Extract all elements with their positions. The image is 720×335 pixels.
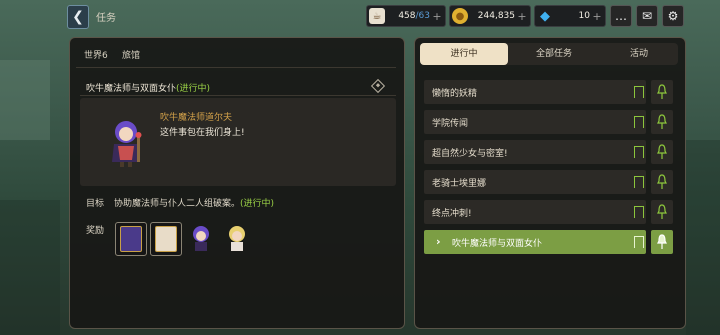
blonde-hair-character-icon (229, 226, 245, 251)
chat-button[interactable]: … (610, 5, 632, 27)
breadcrumb: 任务 (96, 13, 116, 24)
pin-icon (657, 144, 667, 159)
reward-card-1[interactable] (115, 222, 147, 256)
waypoint-icon[interactable] (370, 78, 386, 94)
quest-filter-tabs: 进行中 全部任务 活动 (420, 43, 678, 65)
track-button[interactable] (651, 110, 673, 134)
chevron-right-icon: › (436, 235, 441, 248)
bookmark-icon[interactable] (634, 206, 644, 218)
bookmark-icon[interactable] (634, 176, 644, 188)
top-bar: ❮ 任务 ☕ 458/63 + ● 244,835 + ◆ 10 + … ✉ ⚙ (0, 0, 720, 32)
settings-button[interactable]: ⚙ (662, 5, 684, 27)
quest-row[interactable]: 终点冲刺! (424, 200, 646, 224)
coffee-cup-icon: ☕ (369, 8, 385, 24)
quest-row[interactable]: 超自然少女与密室! (424, 140, 646, 164)
quest-row[interactable]: 老骑士埃里娜 (424, 170, 646, 194)
speech-text: 这件事包在我们身上! (160, 128, 245, 138)
background-block (0, 200, 60, 335)
quest-status: (进行中) (176, 84, 211, 94)
quest-row-selected[interactable]: › 吹牛魔法师与双面女仆 (424, 230, 646, 254)
bookmark-icon[interactable] (634, 86, 644, 98)
gold-value: 244,835 (477, 11, 515, 21)
objective-status: (进行中) (240, 199, 275, 209)
reward-card-2[interactable] (150, 222, 182, 256)
add-stamina-icon[interactable]: + (432, 10, 442, 23)
wizard-portrait (112, 121, 142, 167)
tab-all-quests[interactable]: 全部任务 (510, 43, 598, 65)
gold-counter[interactable]: ● 244,835 + (449, 5, 531, 27)
track-button[interactable] (651, 230, 673, 254)
quest-row[interactable]: 学院传闻 (424, 110, 646, 134)
quest-list-panel: 进行中 全部任务 活动 懒惰的妖精 学院传闻 超自然少女与密室! 老骑士埃里娜 … (414, 37, 686, 329)
purple-hair-character-icon (193, 226, 209, 251)
pin-icon (657, 114, 667, 129)
track-button[interactable] (651, 200, 673, 224)
speaker-name: 吹牛魔法师道尔夫 (160, 113, 233, 123)
blue-gem-icon: ◆ (540, 8, 550, 24)
tab-location[interactable]: 旅馆 (122, 48, 140, 61)
track-button[interactable] (651, 80, 673, 104)
bookmark-icon[interactable] (634, 116, 644, 128)
stamina-counter[interactable]: ☕ 458/63 + (366, 5, 446, 27)
objective-text: 协助魔法师与仆人二人组破案。(进行中) (114, 199, 275, 209)
pin-icon (657, 174, 667, 189)
reward-character-2[interactable] (222, 222, 252, 254)
gold-coin-icon: ● (452, 8, 468, 24)
tab-in-progress[interactable]: 进行中 (420, 43, 508, 65)
mail-icon: ✉ (641, 9, 653, 23)
stamina-max: /63 (415, 11, 430, 21)
location-tabs: 世界6 旅馆 (76, 43, 396, 68)
bookmark-icon[interactable] (634, 236, 644, 248)
reward-character-1[interactable] (186, 222, 216, 254)
pin-icon (657, 234, 667, 249)
add-gem-icon[interactable]: + (592, 10, 602, 23)
reward-label: 奖励 (86, 226, 105, 236)
gear-icon: ⚙ (667, 9, 679, 23)
stamina-value: 458 (398, 11, 416, 21)
track-button[interactable] (651, 170, 673, 194)
tab-events[interactable]: 活动 (600, 43, 678, 65)
dialogue-box: 吹牛魔法师道尔夫 这件事包在我们身上! (80, 98, 396, 186)
gem-value: 10 (578, 11, 590, 21)
bookmark-icon[interactable] (634, 146, 644, 158)
back-button[interactable]: ❮ (67, 5, 89, 29)
add-gold-icon[interactable]: + (517, 10, 527, 23)
pin-icon (657, 204, 667, 219)
chat-bubble-icon: … (615, 9, 627, 23)
gem-counter[interactable]: ◆ 10 + (534, 5, 606, 27)
track-button[interactable] (651, 140, 673, 164)
quest-title: 吹牛魔法师与双面女仆(进行中) (86, 84, 211, 94)
tab-world[interactable]: 世界6 (84, 48, 108, 61)
quest-row[interactable]: 懒惰的妖精 (424, 80, 646, 104)
quest-detail-panel: 世界6 旅馆 吹牛魔法师与双面女仆(进行中) 吹牛魔法师道尔夫 这件事包在我们身… (69, 37, 405, 329)
background-block (686, 140, 720, 335)
divider (80, 95, 396, 96)
background-block (0, 60, 50, 140)
mail-button[interactable]: ✉ (636, 5, 658, 27)
back-arrow-icon: ❮ (72, 9, 84, 25)
objective-label: 目标 (86, 199, 105, 209)
pin-icon (657, 84, 667, 99)
